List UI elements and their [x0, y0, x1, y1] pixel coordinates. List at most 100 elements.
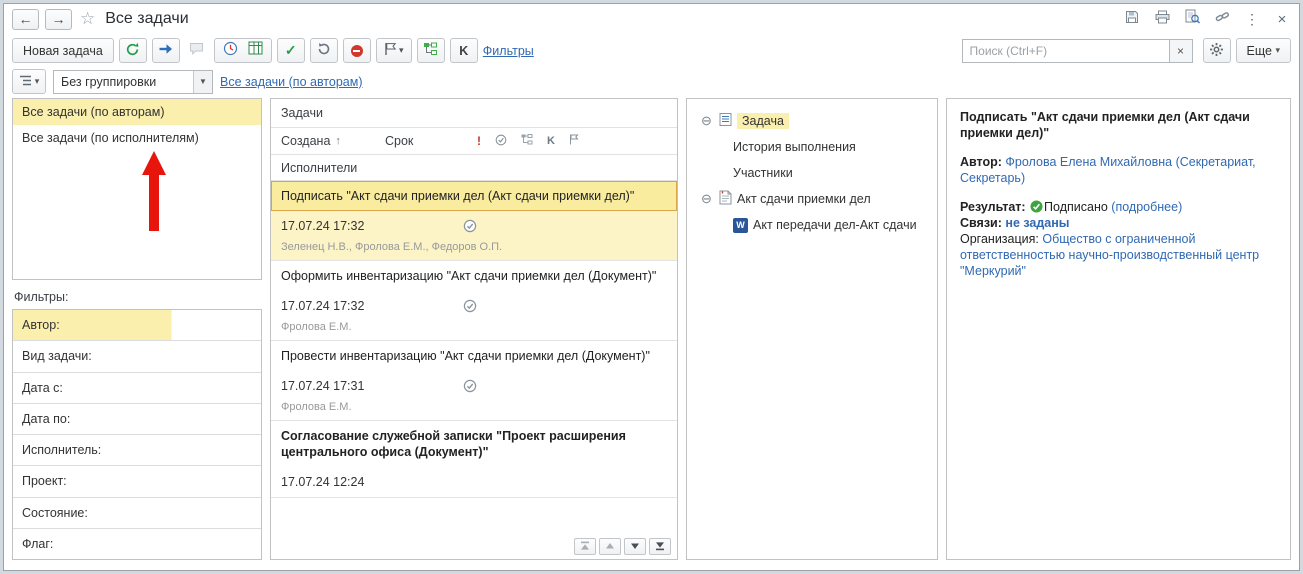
printer-icon	[1155, 10, 1170, 29]
column-icons: ! K	[477, 134, 579, 149]
current-view-link[interactable]: Все задачи (по авторам)	[220, 75, 363, 89]
author-link[interactable]: Фролова Елена Михайловна (Секретариат, С…	[960, 155, 1256, 185]
result-more-link[interactable]: (подробнее)	[1111, 200, 1182, 214]
filters-link[interactable]: Фильтры	[483, 44, 534, 58]
settings-button[interactable]	[1202, 38, 1231, 63]
postpone-button[interactable]	[223, 41, 238, 61]
column-created[interactable]: Создана ↑	[281, 134, 385, 148]
organization-row: Организация: Общество с ограниченной отв…	[960, 231, 1277, 279]
word-file-icon: W	[733, 217, 748, 233]
task-title[interactable]: Согласование служебной записки "Проект р…	[271, 421, 677, 467]
hierarchy-icon	[423, 42, 438, 59]
task-date-row[interactable]: 17.07.24 17:31	[271, 371, 677, 401]
task-row[interactable]: Оформить инвентаризацию "Акт сдачи прием…	[271, 261, 677, 341]
flag-button[interactable]: ▾	[375, 38, 412, 63]
result-label: Результат:	[960, 200, 1026, 214]
combo-arrow-icon[interactable]: ▼	[193, 70, 212, 93]
clear-search-button[interactable]: ×	[1169, 38, 1193, 63]
filter-date-from[interactable]: Дата с:	[13, 373, 261, 404]
refresh-icon	[125, 42, 140, 60]
result-row: Результат: Подписано (подробнее)	[960, 199, 1277, 215]
reports-button[interactable]	[248, 41, 263, 60]
task-date-row[interactable]: 17.07.24 17:32	[271, 211, 677, 241]
save-button[interactable]	[1123, 10, 1141, 28]
filter-flag[interactable]: Флаг:	[13, 529, 261, 559]
grouping-select[interactable]: Без группировки ▼	[53, 69, 213, 94]
signed-check-icon	[1030, 200, 1043, 213]
status-column-icon[interactable]	[495, 134, 507, 149]
k-column-icon[interactable]: K	[547, 135, 555, 147]
restart-button[interactable]	[309, 38, 338, 63]
go-up-button[interactable]	[599, 538, 621, 555]
stop-button[interactable]	[342, 38, 371, 63]
back-button[interactable]: ←	[12, 8, 39, 30]
task-row[interactable]: Провести инвентаризацию "Акт сдачи прием…	[271, 341, 677, 421]
window-menu-button[interactable]: ⋮	[1243, 10, 1261, 28]
filter-task-kind[interactable]: Вид задачи:	[13, 341, 261, 373]
column-due[interactable]: Срок	[385, 134, 477, 148]
complete-button[interactable]: ✓	[276, 38, 305, 63]
flag-column-icon[interactable]	[569, 134, 579, 148]
go-bottom-button[interactable]	[649, 538, 671, 555]
collapse-icon[interactable]: ⊖	[699, 191, 714, 207]
links-label: Связи:	[960, 216, 1002, 230]
go-down-button[interactable]	[624, 538, 646, 555]
magnifier-page-icon	[1185, 9, 1200, 29]
task-date-row[interactable]: 17.07.24 12:24	[271, 467, 677, 497]
comment-button[interactable]	[185, 42, 209, 60]
filters-list: Автор: Вид задачи: Дата с: Дата по: Испо…	[12, 309, 262, 560]
task-title[interactable]: Оформить инвентаризацию "Акт сдачи прием…	[271, 261, 677, 291]
k-button[interactable]: K	[449, 38, 478, 63]
tree-item-label: Участники	[733, 166, 793, 180]
collapse-icon[interactable]: ⊖	[699, 113, 714, 129]
window-actions: ⋮ ×	[1123, 9, 1291, 29]
grouping-icon	[19, 75, 32, 89]
annotation-arrow	[142, 151, 166, 231]
view-item-by-authors[interactable]: Все задачи (по авторам)	[13, 99, 261, 125]
hierarchy-column-icon[interactable]	[521, 134, 533, 148]
link-button[interactable]	[1213, 10, 1231, 28]
close-button[interactable]: ×	[1273, 10, 1291, 28]
tree-item-file[interactable]: W Акт передачи дел-Акт сдачи	[693, 212, 931, 238]
filter-date-to[interactable]: Дата по:	[13, 404, 261, 435]
new-task-button[interactable]: Новая задача	[12, 38, 114, 63]
filter-project[interactable]: Проект:	[13, 466, 261, 498]
redirect-button[interactable]	[151, 38, 180, 63]
hierarchy-button[interactable]	[416, 38, 445, 63]
refresh-button[interactable]	[118, 38, 147, 63]
task-title[interactable]: Провести инвентаризацию "Акт сдачи прием…	[271, 341, 677, 371]
priority-column-icon[interactable]: !	[477, 134, 481, 148]
task-date-row[interactable]: 17.07.24 17:32	[271, 291, 677, 321]
filter-executor[interactable]: Исполнитель:	[13, 435, 261, 467]
favorite-star-icon[interactable]: ☆	[80, 9, 95, 29]
search-input[interactable]	[961, 38, 1170, 63]
blue-arrow-icon	[158, 43, 173, 58]
tree-item-task[interactable]: ⊖ Задача	[693, 108, 931, 134]
preview-button[interactable]	[1183, 9, 1201, 29]
forward-button[interactable]: →	[45, 8, 72, 30]
clock-icon	[223, 41, 238, 60]
main-area: Все задачи (по авторам) Все задачи (по и…	[12, 98, 1291, 560]
go-top-icon	[580, 539, 590, 554]
task-row[interactable]: Подписать "Акт сдачи приемки дел (Акт сд…	[271, 181, 677, 261]
links-value[interactable]: не заданы	[1005, 216, 1069, 230]
grouping-button[interactable]: ▾	[12, 69, 46, 94]
tree-item-history[interactable]: История выполнения	[693, 134, 931, 160]
tree-item-participants[interactable]: Участники	[693, 160, 931, 186]
filter-author[interactable]: Автор:	[13, 310, 261, 342]
print-button[interactable]	[1153, 10, 1171, 28]
task-row[interactable]: Согласование служебной записки "Проект р…	[271, 421, 677, 498]
completed-status-icon	[463, 299, 477, 313]
go-top-button[interactable]	[574, 538, 596, 555]
grouping-value: Без группировки	[61, 74, 157, 89]
author-label: Автор:	[960, 155, 1002, 169]
left-panel: Все задачи (по авторам) Все задачи (по и…	[12, 98, 262, 560]
view-item-by-executors[interactable]: Все задачи (по исполнителям)	[13, 125, 261, 151]
task-title[interactable]: Подписать "Акт сдачи приемки дел (Акт сд…	[271, 181, 677, 211]
filter-state[interactable]: Состояние:	[13, 498, 261, 529]
more-button[interactable]: Еще ▾	[1235, 38, 1291, 63]
forward-icon: →	[51, 11, 66, 27]
tree-item-document[interactable]: ⊖ Акт сдачи приемки дел	[693, 186, 931, 212]
more-label: Еще	[1246, 43, 1272, 58]
task-executors: Зеленец Н.В., Фролова Е.М., Федоров О.П.	[281, 241, 503, 253]
